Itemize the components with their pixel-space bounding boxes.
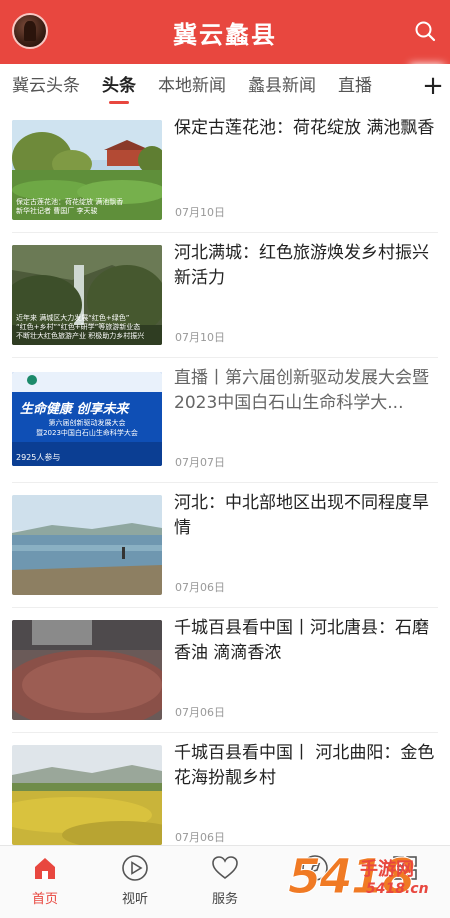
news-date: 07月06日 [175, 831, 225, 844]
tabbar-label: 首页 [31, 892, 58, 907]
news-title[interactable]: 河北：中北部地区出现不同程度旱情 [174, 491, 438, 541]
thumb-caption: 保定古莲花池：荷花绽放 满池飘香 新华社记者 曹国厂 李天骏 [16, 198, 124, 215]
thumb-banner-sub: 第六届创新驱动发展大会 暨2023中国白石山生命科学大会 [36, 419, 138, 437]
list-item[interactable]: 千城百县看中国丨河北唐县：石磨香油 滴滴香浓 07月06日 [12, 608, 438, 733]
channel-tabs: 冀云头条 头条 本地新闻 蠡县新闻 直播 [0, 64, 450, 108]
news-title[interactable]: 千城百县看中国丨 河北曲阳：金色花海扮靓乡村 [174, 741, 438, 791]
tab-live[interactable]: 直播 [327, 64, 383, 108]
play-icon [122, 855, 148, 881]
list-item[interactable]: 千城百县看中国丨 河北曲阳：金色花海扮靓乡村 07月06日 [12, 733, 438, 857]
app-title: 冀云蠡县 [173, 20, 277, 49]
viewer-count: 2925人参与 [16, 453, 61, 462]
news-date: 07月10日 [175, 331, 225, 344]
list-item[interactable]: 保定古莲花池：荷花绽放 满池飘香 新华社记者 曹国厂 李天骏 保定古莲花池：荷花… [12, 108, 438, 233]
news-thumbnail [12, 620, 162, 720]
tabbar-service[interactable]: 服务 [180, 846, 270, 918]
watermark-text: 手游网 [360, 859, 414, 880]
news-title[interactable]: 直播丨第六届创新驱动发展大会暨2023中国白石山生命科学大... [174, 366, 438, 416]
news-title[interactable]: 河北满城：红色旅游焕发乡村振兴新活力 [174, 241, 438, 291]
tabbar-home[interactable]: 首页 [0, 846, 90, 918]
tabbar-label: 视听 [121, 892, 148, 907]
news-date: 07月10日 [175, 206, 225, 219]
home-icon [35, 858, 55, 879]
news-thumbnail: 近年来 满城区大力发展“红色+绿色” “红色+乡村”“红色+研学”等旅游新业态 … [12, 245, 162, 345]
add-channel-button[interactable]: + [416, 64, 450, 108]
news-title[interactable]: 千城百县看中国丨河北唐县：石磨香油 滴滴香浓 [174, 616, 438, 666]
news-date: 07月06日 [175, 706, 225, 719]
search-icon[interactable] [414, 20, 436, 42]
news-thumbnail: 保定古莲花池：荷花绽放 满池飘香 新华社记者 曹国厂 李天骏 [12, 120, 162, 220]
news-date: 07月07日 [175, 456, 225, 469]
tab-lixian-news[interactable]: 蠡县新闻 [237, 64, 327, 108]
watermark-url: 5418.cn [366, 881, 429, 897]
list-item[interactable]: 近年来 满城区大力发展“红色+绿色” “红色+乡村”“红色+研学”等旅游新业态 … [12, 233, 438, 358]
tab-local-news[interactable]: 本地新闻 [147, 64, 237, 108]
avatar[interactable] [12, 13, 48, 49]
news-thumbnail: 生命健康 创享未来 第六届创新驱动发展大会 暨2023中国白石山生命科学大会 2… [12, 372, 162, 466]
news-list: 保定古莲花池：荷花绽放 满池飘香 新华社记者 曹国厂 李天骏 保定古莲花池：荷花… [0, 108, 450, 857]
news-title[interactable]: 保定古莲花池：荷花绽放 满池飘香 [174, 116, 438, 141]
app-header: 冀云蠡县 [0, 0, 450, 64]
heart-icon [212, 856, 238, 880]
news-thumbnail [12, 745, 162, 845]
tab-jiyun-toutiao[interactable]: 冀云头条 [0, 64, 91, 108]
tabbar-label: 服务 [211, 892, 238, 907]
news-date: 07月06日 [175, 581, 225, 594]
news-thumbnail [12, 495, 162, 595]
list-item[interactable]: 河北：中北部地区出现不同程度旱情 07月06日 [12, 483, 438, 608]
tab-toutiao[interactable]: 头条 [91, 64, 147, 108]
thumb-caption: 近年来 满城区大力发展“红色+绿色” “红色+乡村”“红色+研学”等旅游新业态 … [16, 314, 145, 340]
thumb-banner-main: 生命健康 创享未来 [20, 402, 129, 417]
list-item[interactable]: 生命健康 创享未来 第六届创新驱动发展大会 暨2023中国白石山生命科学大会 2… [12, 358, 438, 483]
watermark-logo: 5418 手游网 5418.cn [288, 849, 448, 915]
tabbar-video[interactable]: 视听 [90, 846, 180, 918]
